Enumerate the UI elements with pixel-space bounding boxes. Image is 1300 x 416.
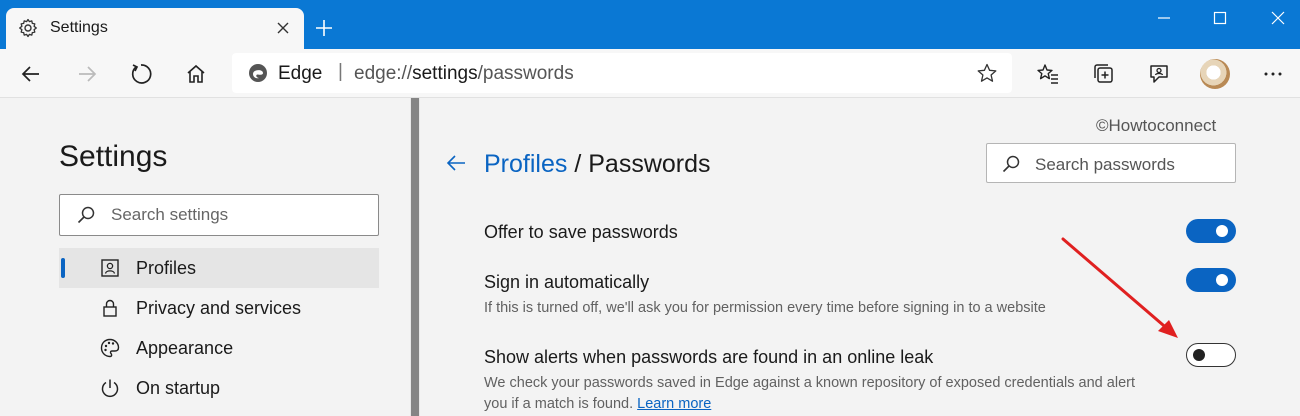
tab-title: Settings [50,19,108,36]
toolbar: Edge | edge://settings/passwords [0,49,1300,98]
search-settings-input[interactable]: Search settings [59,194,379,236]
favorites-icon[interactable] [1036,62,1060,86]
breadcrumb-profiles-link[interactable]: Profiles [484,150,567,178]
tab-settings[interactable]: Settings [6,8,304,49]
leak-alerts-toggle[interactable] [1186,343,1236,367]
search-icon [77,206,95,224]
home-icon[interactable] [184,62,208,86]
avatar[interactable] [1200,59,1230,89]
learn-more-link[interactable]: Learn more [637,396,711,412]
back-icon[interactable] [19,62,43,86]
search-passwords-placeholder: Search passwords [1035,155,1175,174]
gear-icon [19,18,37,38]
offer-save-passwords-label: Offer to save passwords [484,222,678,242]
offer-save-passwords-toggle[interactable] [1186,219,1236,243]
refresh-icon[interactable] [129,62,153,86]
edge-logo-icon [249,64,267,82]
sidebar-item-appearance[interactable]: Appearance [59,328,379,368]
sidebar-item-label: Profiles [136,258,197,278]
sidebar-title: Settings [59,140,168,173]
page-title: Profiles / Passwords [484,150,711,179]
toggle-knob [1216,274,1228,286]
sidebar-item-startup[interactable]: On startup [59,368,379,408]
title-bar: Settings [0,0,1300,49]
star-icon[interactable] [976,62,998,84]
search-icon [1002,155,1020,173]
leak-alerts-description: We check your passwords saved in Edge ag… [484,375,1135,412]
toggle-knob [1193,349,1205,361]
sidebar-item-profiles[interactable]: Profiles [59,248,379,288]
breadcrumb-separator: / [574,150,582,178]
annotation-arrow [1061,237,1178,338]
address-url: edge://settings/passwords [354,63,574,84]
maximize-icon[interactable] [1200,6,1240,30]
new-tab-icon[interactable] [313,17,335,39]
address-separator: | [338,61,343,82]
sidebar-item-privacy[interactable]: Privacy and services [59,288,379,328]
leak-alerts-label: Show alerts when passwords are found in … [484,347,934,367]
address-bar[interactable]: Edge | edge://settings/passwords [232,53,1012,93]
power-icon [101,379,119,398]
sign-in-automatically-label: Sign in automatically [484,272,650,292]
scrollbar-thumb[interactable] [411,98,419,416]
sign-in-automatically-description: If this is turned off, we'll ask you for… [484,300,1046,316]
toggle-knob [1216,225,1228,237]
address-brand: Edge [278,63,323,84]
sidebar-item-label: Appearance [136,338,234,358]
active-indicator [61,258,65,278]
close-icon[interactable] [272,17,294,39]
lock-icon [103,299,117,317]
window-close-icon[interactable] [1258,6,1298,30]
sidebar-item-label: Privacy and services [136,298,302,318]
collections-icon[interactable] [1092,62,1116,86]
settings-sidebar: Settings Search settings Profiles Privac… [0,98,410,416]
more-icon[interactable] [1261,62,1285,86]
search-passwords-input[interactable]: Search passwords [986,143,1236,183]
forward-icon[interactable] [75,62,99,86]
sidebar-item-label: On startup [136,378,221,398]
page-title-text: Passwords [588,150,711,178]
feedback-icon[interactable] [1147,62,1171,86]
profile-icon [101,259,119,277]
palette-icon [100,338,120,358]
search-settings-placeholder: Search settings [111,205,229,224]
minimize-icon[interactable] [1144,6,1184,30]
sign-in-automatically-toggle[interactable] [1186,268,1236,292]
watermark: ©Howtoconnect [1096,116,1217,135]
back-arrow-icon[interactable] [445,152,467,174]
